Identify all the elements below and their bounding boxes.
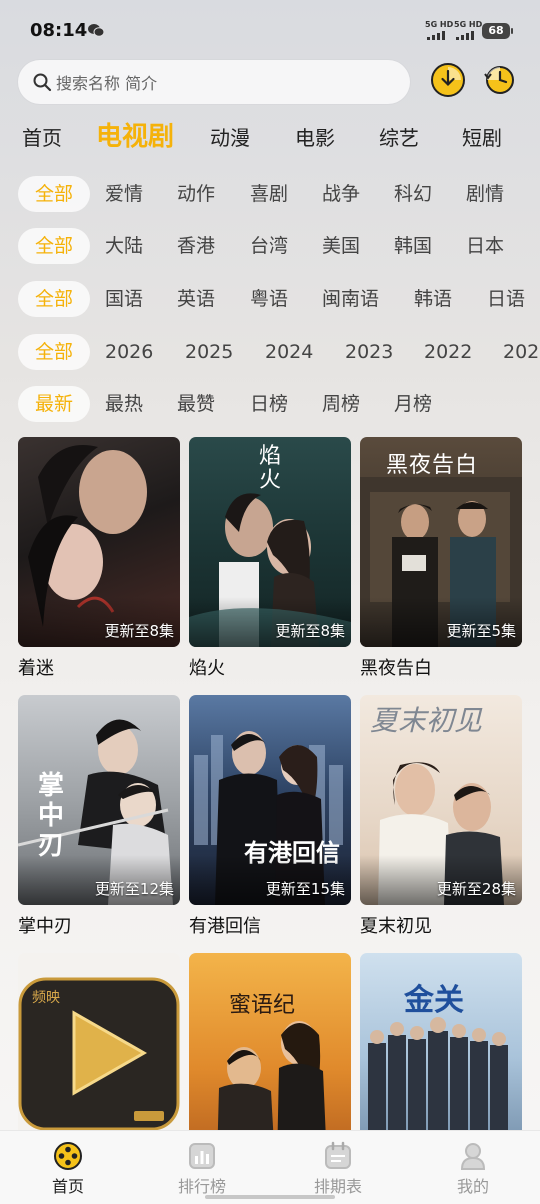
episode-badge: 更新至15集 xyxy=(265,880,345,898)
status-bar: 08:14 5G HD 5G HD 68 xyxy=(0,0,540,60)
film-reel-icon xyxy=(54,1142,82,1170)
show-title: 焰火 xyxy=(189,658,225,679)
search-input[interactable]: 搜索名称 简介 xyxy=(18,60,410,104)
tab-tv-series[interactable]: 电视剧 xyxy=(96,116,174,153)
wechat-icon xyxy=(88,24,104,37)
genre-chip[interactable]: 爱情 xyxy=(105,176,143,212)
poster-logo-text: 频映 xyxy=(32,990,60,1006)
tab-short-drama[interactable]: 短剧 xyxy=(462,122,502,151)
language-chip[interactable]: 韩语 xyxy=(414,281,452,317)
year-chip[interactable]: 2023 xyxy=(345,334,393,370)
genre-chip[interactable]: 动作 xyxy=(177,176,215,212)
battery-indicator: 68 xyxy=(482,23,513,39)
status-time: 08:14 xyxy=(30,20,88,41)
language-chip[interactable]: 粤语 xyxy=(250,281,288,317)
category-tabs: 首页 电视剧 动漫 电影 综艺 短剧 xyxy=(0,112,540,160)
show-title: 夏末初见 xyxy=(360,916,432,937)
show-poster[interactable]: 黑夜告白 更新至5集 xyxy=(360,437,522,647)
show-poster[interactable]: 掌中刃 更新至12集 xyxy=(18,695,180,905)
episode-badge: 更新至12集 xyxy=(94,880,174,898)
region-chip[interactable]: 韩国 xyxy=(394,228,432,264)
show-poster[interactable]: 夏末初见 更新至28集 xyxy=(360,695,522,905)
poster-title-art: 焰火 xyxy=(259,444,282,493)
region-chip[interactable]: 日本 xyxy=(466,228,504,264)
genre-chip[interactable]: 战争 xyxy=(322,176,360,212)
sort-chip-latest[interactable]: 最新 xyxy=(18,386,90,422)
show-poster[interactable]: 更新至8集 xyxy=(18,437,180,647)
home-indicator[interactable] xyxy=(205,1195,335,1199)
nav-schedule[interactable]: 排期表 xyxy=(298,1141,378,1197)
region-chip-all[interactable]: 全部 xyxy=(18,228,90,264)
language-filter-row: 全部 国语 英语 粤语 闽南语 韩语 日语 xyxy=(0,281,540,319)
show-title: 黑夜告白 xyxy=(360,658,432,679)
genre-chip[interactable]: 科幻 xyxy=(394,176,432,212)
tab-anime[interactable]: 动漫 xyxy=(210,122,250,151)
year-chip[interactable]: 2021 xyxy=(503,334,540,370)
show-card[interactable]: 有港回信 更新至15集 有港回信 xyxy=(189,695,351,938)
sort-chip[interactable]: 最赞 xyxy=(177,386,215,422)
region-chip[interactable]: 大陆 xyxy=(105,228,143,264)
region-chip[interactable]: 台湾 xyxy=(250,228,288,264)
show-title: 有港回信 xyxy=(189,916,261,937)
poster-title-art: 黑夜告白 xyxy=(386,453,479,478)
year-chip[interactable]: 2022 xyxy=(424,334,472,370)
nav-ranking[interactable]: 排行榜 xyxy=(162,1141,242,1197)
episode-badge: 更新至8集 xyxy=(275,622,345,640)
genre-filter-row: 全部 爱情 动作 喜剧 战争 科幻 剧情 xyxy=(0,176,540,214)
poster-title-art: 蜜语纪 xyxy=(229,993,296,1018)
sort-chip[interactable]: 日榜 xyxy=(250,386,288,422)
year-chip-all[interactable]: 全部 xyxy=(18,334,90,370)
year-chip[interactable]: 2024 xyxy=(265,334,313,370)
show-title: 着迷 xyxy=(18,658,54,679)
poster-title-art: 金关 xyxy=(404,983,464,1018)
history-icon[interactable] xyxy=(482,62,518,98)
year-chip[interactable]: 2025 xyxy=(185,334,233,370)
bottom-navigation: 首页 排行榜 排期表 我的 xyxy=(0,1130,540,1204)
show-card[interactable]: 掌中刃 更新至12集 掌中刃 xyxy=(18,695,180,938)
poster-title-art: 夏末初见 xyxy=(370,704,483,737)
language-chip[interactable]: 英语 xyxy=(177,281,215,317)
episode-badge: 更新至5集 xyxy=(446,622,516,640)
sort-chip[interactable]: 月榜 xyxy=(394,386,432,422)
nav-home[interactable]: 首页 xyxy=(28,1141,108,1197)
genre-chip[interactable]: 喜剧 xyxy=(250,176,288,212)
tab-home[interactable]: 首页 xyxy=(22,122,62,151)
episode-badge: 更新至8集 xyxy=(104,622,174,640)
show-card[interactable]: 焰火 更新至8集 焰火 xyxy=(189,437,351,680)
show-poster[interactable]: 焰火 更新至8集 xyxy=(189,437,351,647)
calendar-icon xyxy=(325,1141,351,1169)
language-chip[interactable]: 日语 xyxy=(487,281,525,317)
search-placeholder: 搜索名称 简介 xyxy=(56,74,158,93)
sort-filter-row: 最新 最热 最赞 日榜 周榜 月榜 xyxy=(0,386,540,424)
region-chip[interactable]: 香港 xyxy=(177,228,215,264)
show-card[interactable]: 更新至8集 着迷 xyxy=(18,437,180,680)
show-poster[interactable]: 有港回信 更新至15集 xyxy=(189,695,351,905)
user-icon xyxy=(460,1143,486,1170)
sort-chip[interactable]: 最热 xyxy=(105,386,143,422)
nav-profile[interactable]: 我的 xyxy=(433,1141,513,1197)
region-chip[interactable]: 美国 xyxy=(322,228,360,264)
region-filter-row: 全部 大陆 香港 台湾 美国 韩国 日本 xyxy=(0,228,540,266)
tab-variety[interactable]: 综艺 xyxy=(379,122,419,151)
language-chip[interactable]: 闽南语 xyxy=(322,281,379,317)
chart-icon xyxy=(189,1143,215,1169)
language-chip-all[interactable]: 全部 xyxy=(18,281,90,317)
episode-badge: 更新至28集 xyxy=(436,880,516,898)
tab-movie[interactable]: 电影 xyxy=(295,122,335,151)
sort-chip[interactable]: 周榜 xyxy=(322,386,360,422)
genre-chip-all[interactable]: 全部 xyxy=(18,176,90,212)
download-icon[interactable] xyxy=(430,62,466,98)
show-title: 掌中刃 xyxy=(18,916,72,937)
year-chip[interactable]: 2026 xyxy=(105,334,153,370)
genre-chip[interactable]: 剧情 xyxy=(466,176,504,212)
language-chip[interactable]: 国语 xyxy=(105,281,143,317)
show-card[interactable]: 夏末初见 更新至28集 夏末初见 xyxy=(360,695,522,938)
year-filter-row: 全部 2026 2025 2024 2023 2022 2021 xyxy=(0,334,540,372)
poster-title-art: 掌中刃 xyxy=(38,771,65,861)
show-card[interactable]: 黑夜告白 更新至5集 黑夜告白 xyxy=(360,437,522,680)
search-icon xyxy=(33,73,52,92)
